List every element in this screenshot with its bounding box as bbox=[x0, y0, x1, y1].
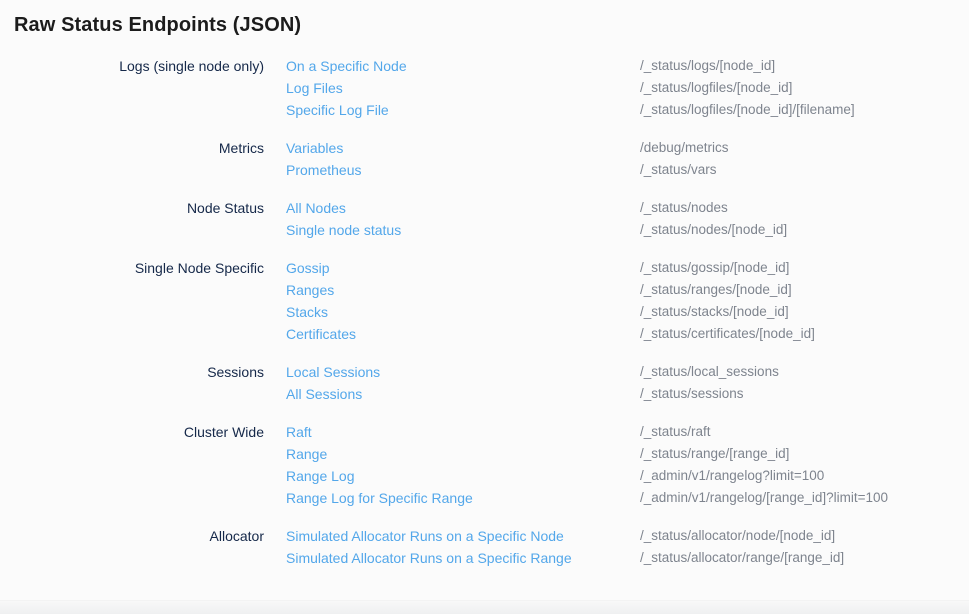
section-label: Sessions bbox=[0, 361, 264, 405]
section-label: Node Status bbox=[0, 197, 264, 241]
endpoint-rows: On a Specific Node /_status/logs/[node_i… bbox=[286, 55, 855, 121]
endpoint-link[interactable]: Gossip bbox=[286, 257, 640, 279]
endpoint-row: Local Sessions /_status/local_sessions bbox=[286, 361, 779, 383]
endpoint-row: Range Log /_admin/v1/rangelog?limit=100 bbox=[286, 465, 888, 487]
endpoint-path: /_status/logs/[node_id] bbox=[640, 55, 775, 77]
endpoint-link[interactable]: Raft bbox=[286, 421, 640, 443]
endpoint-link[interactable]: Log Files bbox=[286, 77, 640, 99]
endpoint-path: /_status/allocator/range/[range_id] bbox=[640, 547, 844, 569]
endpoint-sections-list: Logs (single node only) On a Specific No… bbox=[0, 55, 969, 569]
endpoint-rows: All Nodes /_status/nodes Single node sta… bbox=[286, 197, 787, 241]
section-label: Single Node Specific bbox=[0, 257, 264, 345]
endpoint-row: Variables /debug/metrics bbox=[286, 137, 729, 159]
endpoint-link[interactable]: Certificates bbox=[286, 323, 640, 345]
endpoint-path: /_status/nodes bbox=[640, 197, 728, 219]
endpoint-link[interactable]: Prometheus bbox=[286, 159, 640, 181]
section-logs: Logs (single node only) On a Specific No… bbox=[0, 55, 969, 121]
endpoint-row: Stacks /_status/stacks/[node_id] bbox=[286, 301, 815, 323]
endpoint-link[interactable]: Stacks bbox=[286, 301, 640, 323]
endpoint-row: Simulated Allocator Runs on a Specific R… bbox=[286, 547, 844, 569]
endpoint-link[interactable]: On a Specific Node bbox=[286, 55, 640, 77]
section-label: Logs (single node only) bbox=[0, 55, 264, 121]
section-allocator: Allocator Simulated Allocator Runs on a … bbox=[0, 525, 969, 569]
endpoint-row: Prometheus /_status/vars bbox=[286, 159, 729, 181]
section-node-status: Node Status All Nodes /_status/nodes Sin… bbox=[0, 197, 969, 241]
endpoint-path: /_status/local_sessions bbox=[640, 361, 779, 383]
endpoint-path: /debug/metrics bbox=[640, 137, 729, 159]
endpoint-row: Range /_status/range/[range_id] bbox=[286, 443, 888, 465]
endpoint-path: /_status/certificates/[node_id] bbox=[640, 323, 815, 345]
endpoint-path: /_admin/v1/rangelog/[range_id]?limit=100 bbox=[640, 487, 888, 509]
endpoint-rows: Variables /debug/metrics Prometheus /_st… bbox=[286, 137, 729, 181]
section-label: Cluster Wide bbox=[0, 421, 264, 509]
endpoint-path: /_status/stacks/[node_id] bbox=[640, 301, 789, 323]
endpoint-path: /_status/logfiles/[node_id]/[filename] bbox=[640, 99, 855, 121]
section-cluster-wide: Cluster Wide Raft /_status/raft Range /_… bbox=[0, 421, 969, 509]
endpoint-link[interactable]: Variables bbox=[286, 137, 640, 159]
endpoint-path: /_status/allocator/node/[node_id] bbox=[640, 525, 835, 547]
endpoint-path: /_status/ranges/[node_id] bbox=[640, 279, 792, 301]
endpoint-link[interactable]: All Sessions bbox=[286, 383, 640, 405]
endpoint-link[interactable]: Range bbox=[286, 443, 640, 465]
section-label: Metrics bbox=[0, 137, 264, 181]
endpoint-link[interactable]: Single node status bbox=[286, 219, 640, 241]
endpoint-link[interactable]: Range Log for Specific Range bbox=[286, 487, 640, 509]
endpoint-path: /_status/raft bbox=[640, 421, 711, 443]
endpoint-rows: Raft /_status/raft Range /_status/range/… bbox=[286, 421, 888, 509]
bottom-edge-shadow bbox=[0, 600, 969, 614]
endpoint-link[interactable]: Simulated Allocator Runs on a Specific N… bbox=[286, 525, 640, 547]
endpoint-path: /_admin/v1/rangelog?limit=100 bbox=[640, 465, 824, 487]
endpoint-row: Certificates /_status/certificates/[node… bbox=[286, 323, 815, 345]
endpoint-path: /_status/logfiles/[node_id] bbox=[640, 77, 792, 99]
endpoint-row: Ranges /_status/ranges/[node_id] bbox=[286, 279, 815, 301]
section-metrics: Metrics Variables /debug/metrics Prometh… bbox=[0, 137, 969, 181]
endpoint-link[interactable]: All Nodes bbox=[286, 197, 640, 219]
endpoint-row: Raft /_status/raft bbox=[286, 421, 888, 443]
endpoint-row: Gossip /_status/gossip/[node_id] bbox=[286, 257, 815, 279]
endpoint-link[interactable]: Specific Log File bbox=[286, 99, 640, 121]
page-title: Raw Status Endpoints (JSON) bbox=[14, 11, 969, 39]
endpoint-link[interactable]: Ranges bbox=[286, 279, 640, 301]
endpoint-row: Range Log for Specific Range /_admin/v1/… bbox=[286, 487, 888, 509]
endpoint-path: /_status/gossip/[node_id] bbox=[640, 257, 789, 279]
endpoint-row: On a Specific Node /_status/logs/[node_i… bbox=[286, 55, 855, 77]
endpoint-path: /_status/range/[range_id] bbox=[640, 443, 789, 465]
endpoint-path: /_status/vars bbox=[640, 159, 717, 181]
endpoint-row: Single node status /_status/nodes/[node_… bbox=[286, 219, 787, 241]
endpoint-link[interactable]: Simulated Allocator Runs on a Specific R… bbox=[286, 547, 640, 569]
endpoint-path: /_status/sessions bbox=[640, 383, 744, 405]
endpoint-rows: Gossip /_status/gossip/[node_id] Ranges … bbox=[286, 257, 815, 345]
endpoint-row: Specific Log File /_status/logfiles/[nod… bbox=[286, 99, 855, 121]
endpoint-row: Simulated Allocator Runs on a Specific N… bbox=[286, 525, 844, 547]
endpoint-link[interactable]: Range Log bbox=[286, 465, 640, 487]
endpoint-row: All Sessions /_status/sessions bbox=[286, 383, 779, 405]
endpoint-row: Log Files /_status/logfiles/[node_id] bbox=[286, 77, 855, 99]
section-single-node-specific: Single Node Specific Gossip /_status/gos… bbox=[0, 257, 969, 345]
endpoint-rows: Simulated Allocator Runs on a Specific N… bbox=[286, 525, 844, 569]
endpoint-row: All Nodes /_status/nodes bbox=[286, 197, 787, 219]
section-sessions: Sessions Local Sessions /_status/local_s… bbox=[0, 361, 969, 405]
section-label: Allocator bbox=[0, 525, 264, 569]
endpoint-rows: Local Sessions /_status/local_sessions A… bbox=[286, 361, 779, 405]
endpoint-link[interactable]: Local Sessions bbox=[286, 361, 640, 383]
endpoint-path: /_status/nodes/[node_id] bbox=[640, 219, 787, 241]
